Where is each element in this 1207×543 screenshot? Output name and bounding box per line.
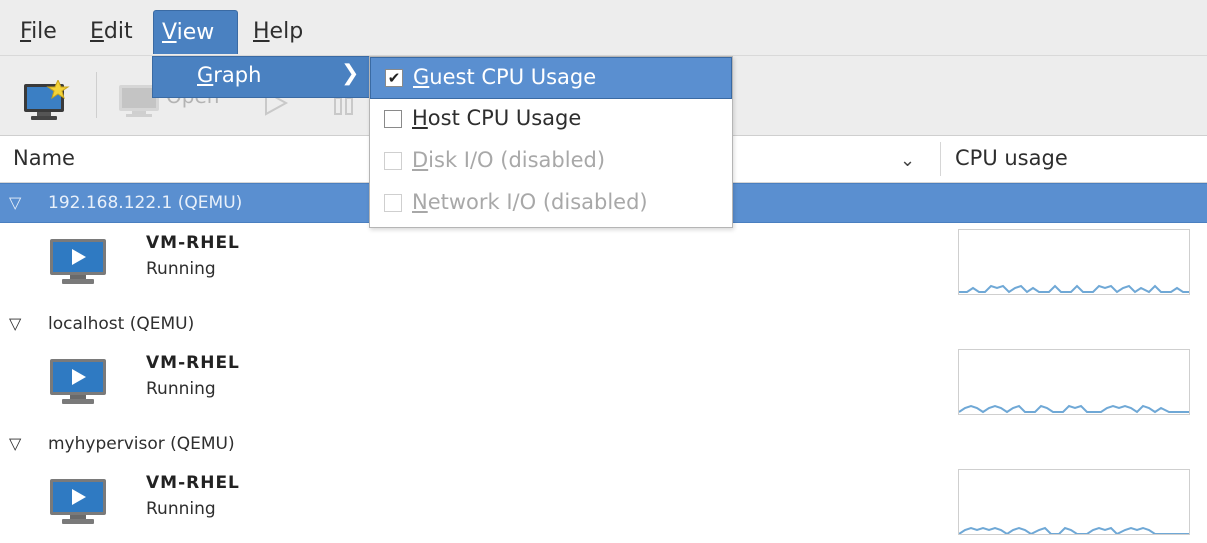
checkbox-checked-icon[interactable]: ✔ xyxy=(385,69,403,87)
menu-item-network-io: Network I/O (disabled) xyxy=(370,183,732,225)
pause-icon xyxy=(334,97,353,115)
checkbox-disabled-icon xyxy=(384,194,402,212)
connection-row[interactable]: ▽ myhypervisor (QEMU) xyxy=(0,425,1207,465)
vm-status: Running xyxy=(146,499,216,519)
vm-row[interactable]: VM-RHEL Running xyxy=(0,223,1207,303)
new-vm-icon xyxy=(24,78,70,120)
connection-row[interactable]: ▽ localhost (QEMU) xyxy=(0,305,1207,345)
cpu-sparkline xyxy=(958,404,1189,414)
pause-button[interactable] xyxy=(334,96,356,120)
vm-status: Running xyxy=(146,259,216,279)
menu-edit[interactable]: Edit xyxy=(82,10,141,54)
expander-triangle-icon[interactable]: ▽ xyxy=(9,193,21,212)
column-separator[interactable] xyxy=(940,142,941,176)
vm-running-icon xyxy=(50,479,106,524)
checkbox-icon[interactable] xyxy=(384,110,402,128)
connection-label: 192.168.122.1 (QEMU) xyxy=(48,193,243,213)
connection-label: localhost (QEMU) xyxy=(48,314,195,334)
column-cpu-header[interactable]: CPU usage xyxy=(955,146,1068,170)
cpu-sparkline xyxy=(958,526,1189,536)
vm-row[interactable]: VM-RHEL Running xyxy=(0,463,1207,543)
menu-item-label: Network I/O (disabled) xyxy=(412,190,648,214)
menu-file[interactable]: File xyxy=(12,10,65,54)
cpu-sparkline xyxy=(959,284,1189,294)
menu-item-label: Disk I/O (disabled) xyxy=(412,148,606,172)
vm-name: VM-RHEL xyxy=(146,233,240,253)
graph-submenu: ✔ Guest CPU Usage Host CPU Usage Disk I/… xyxy=(369,56,733,228)
submenu-arrow-icon: ❯ xyxy=(341,61,360,86)
menu-view[interactable]: View xyxy=(153,10,238,54)
menu-item-label: Host CPU Usage xyxy=(412,106,582,130)
vm-row[interactable]: VM-RHEL Running xyxy=(0,343,1207,423)
cpu-usage-graph xyxy=(958,469,1190,536)
vm-name: VM-RHEL xyxy=(146,353,240,373)
vm-status: Running xyxy=(146,379,216,399)
sort-chevron-icon[interactable]: ⌄ xyxy=(900,150,915,171)
graph-label: Graph xyxy=(197,63,262,87)
vm-running-icon xyxy=(50,239,106,284)
menu-item-disk-io: Disk I/O (disabled) xyxy=(370,141,732,183)
view-menu-graph-item[interactable]: Graph ❯ xyxy=(152,56,370,98)
menu-help[interactable]: Help xyxy=(245,10,311,54)
menu-item-label: Guest CPU Usage xyxy=(413,65,597,89)
cpu-usage-graph xyxy=(958,229,1190,295)
expander-triangle-icon[interactable]: ▽ xyxy=(9,314,21,333)
checkbox-disabled-icon xyxy=(384,152,402,170)
menu-item-guest-cpu-usage[interactable]: ✔ Guest CPU Usage xyxy=(370,57,732,99)
vm-running-icon xyxy=(50,359,106,404)
menubar: File Edit View Help xyxy=(0,0,1207,56)
expander-triangle-icon[interactable]: ▽ xyxy=(9,434,21,453)
cpu-usage-graph xyxy=(958,349,1190,415)
vm-name: VM-RHEL xyxy=(146,473,240,493)
connection-label: myhypervisor (QEMU) xyxy=(48,434,235,454)
menu-item-host-cpu-usage[interactable]: Host CPU Usage xyxy=(370,99,732,141)
column-name-header[interactable]: Name xyxy=(13,146,75,170)
new-vm-button[interactable] xyxy=(22,78,72,128)
toolbar-separator xyxy=(96,72,97,118)
